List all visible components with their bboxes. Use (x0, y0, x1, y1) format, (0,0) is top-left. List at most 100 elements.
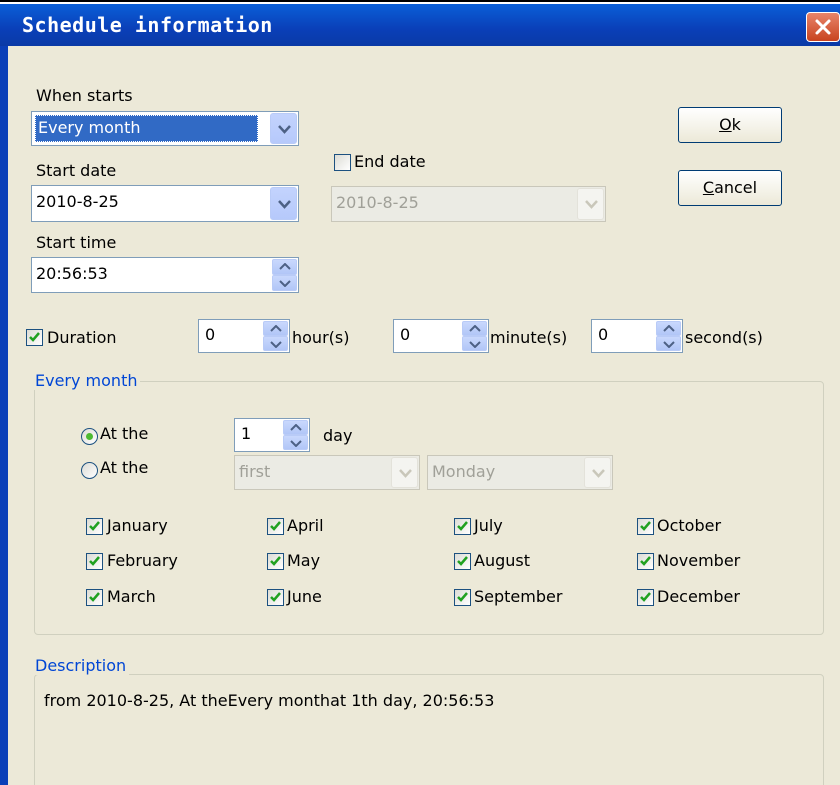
spin-down-button[interactable] (272, 275, 297, 291)
dropdown-button[interactable] (577, 188, 604, 220)
ok-button[interactable]: Ok (678, 107, 782, 143)
at-the-day-radio[interactable] (81, 428, 98, 445)
checkmark-icon (457, 556, 468, 566)
every-month-legend: Every month (32, 371, 141, 390)
minutes-spinner[interactable]: 0 (393, 319, 489, 353)
month-label-november: November (657, 551, 741, 570)
duration-label: Duration (47, 328, 117, 347)
dropdown-button[interactable] (391, 457, 418, 488)
hours-value: 0 (205, 325, 216, 344)
when-starts-select[interactable]: Every month (31, 111, 299, 146)
checkmark-icon (640, 556, 651, 566)
checkmark-icon (89, 592, 100, 602)
arrow-down-icon (663, 341, 675, 348)
month-label-july: July (474, 516, 503, 535)
arrow-up-icon (270, 325, 282, 332)
chevron-down-icon (399, 468, 412, 478)
spin-up-button[interactable] (656, 321, 681, 336)
month-label-february: February (107, 551, 178, 570)
hours-unit-label: hour(s) (292, 328, 350, 347)
checkmark-icon (29, 332, 40, 342)
month-checkbox-august[interactable] (454, 553, 471, 570)
description-text: from 2010-8-25, At theEvery monthat 1th … (44, 691, 495, 710)
arrow-down-icon (469, 341, 481, 348)
dropdown-button[interactable] (584, 457, 611, 488)
month-checkbox-june[interactable] (267, 589, 284, 606)
close-icon (815, 19, 831, 35)
chevron-down-icon (278, 124, 291, 134)
month-label-september: September (474, 587, 563, 606)
spin-up-button[interactable] (283, 420, 308, 435)
month-label-august: August (474, 551, 530, 570)
start-time-label: Start time (36, 233, 117, 252)
month-label-june: June (287, 587, 322, 606)
minutes-value: 0 (400, 325, 411, 344)
spin-down-button[interactable] (462, 336, 487, 351)
spin-down-button[interactable] (656, 336, 681, 351)
month-label-october: October (657, 516, 722, 535)
start-time-field[interactable]: 20:56:53 (31, 257, 299, 293)
month-checkbox-september[interactable] (454, 589, 471, 606)
start-date-value: 2010-8-25 (36, 192, 119, 211)
arrow-up-icon (663, 325, 675, 332)
dialog-client: When starts Every month Start date 2010-… (8, 46, 840, 785)
spin-up-button[interactable] (263, 321, 288, 336)
weekday-select[interactable]: Monday (427, 455, 613, 490)
hours-spinner[interactable]: 0 (198, 319, 290, 353)
duration-checkbox[interactable] (26, 329, 43, 346)
checkmark-icon (640, 521, 651, 531)
radio-selected-dot (86, 433, 93, 440)
month-checkbox-may[interactable] (267, 553, 284, 570)
spin-up-button[interactable] (272, 259, 297, 275)
end-date-value: 2010-8-25 (336, 193, 419, 212)
end-date-checkbox[interactable] (334, 154, 351, 171)
ok-mnemonic: O (719, 115, 732, 134)
close-button[interactable] (806, 12, 840, 42)
arrow-down-icon (290, 440, 302, 447)
chevron-down-icon (592, 468, 605, 478)
month-checkbox-february[interactable] (86, 553, 103, 570)
month-checkbox-april[interactable] (267, 518, 284, 535)
spin-down-button[interactable] (263, 336, 288, 351)
chevron-down-icon (585, 200, 598, 209)
month-checkbox-july[interactable] (454, 518, 471, 535)
arrow-up-icon (469, 325, 481, 332)
seconds-value: 0 (598, 325, 609, 344)
title-bar[interactable]: Schedule information (0, 4, 840, 46)
month-checkbox-january[interactable] (86, 518, 103, 535)
checkmark-icon (89, 556, 100, 566)
month-checkbox-march[interactable] (86, 589, 103, 606)
end-date-picker[interactable]: 2010-8-25 (331, 186, 606, 222)
cancel-mnemonic: C (702, 178, 715, 197)
start-time-value: 20:56:53 (36, 264, 108, 283)
month-label-april: April (287, 516, 324, 535)
checkmark-icon (270, 521, 281, 531)
seconds-spinner[interactable]: 0 (591, 319, 683, 353)
month-label-may: May (287, 551, 321, 570)
dropdown-button[interactable] (270, 187, 297, 220)
month-label-march: March (107, 587, 156, 606)
cancel-button[interactable]: Cancel (678, 170, 782, 206)
month-checkbox-october[interactable] (637, 518, 654, 535)
start-date-label: Start date (36, 161, 117, 180)
start-date-picker[interactable]: 2010-8-25 (31, 185, 299, 222)
schedule-dialog: Schedule information When starts Every m… (0, 0, 840, 785)
seconds-unit-label: second(s) (685, 328, 763, 347)
checkmark-icon (270, 556, 281, 566)
when-starts-value: Every month (35, 115, 258, 142)
month-checkbox-november[interactable] (637, 553, 654, 570)
at-the-weekday-radio[interactable] (81, 462, 98, 479)
day-suffix-label: day (323, 426, 353, 445)
month-checkbox-december[interactable] (637, 589, 654, 606)
week-ordinal-select[interactable]: first (234, 455, 420, 490)
end-date-label: End date (354, 152, 426, 171)
day-of-month-spinner[interactable]: 1 (234, 418, 310, 452)
spin-up-button[interactable] (462, 321, 487, 336)
checkmark-icon (640, 592, 651, 602)
arrow-down-icon (270, 341, 282, 348)
month-label-january: January (107, 516, 168, 535)
dropdown-button[interactable] (270, 113, 297, 144)
spin-down-button[interactable] (283, 435, 308, 450)
checkmark-icon (270, 592, 281, 602)
week-ordinal-value: first (239, 462, 271, 481)
